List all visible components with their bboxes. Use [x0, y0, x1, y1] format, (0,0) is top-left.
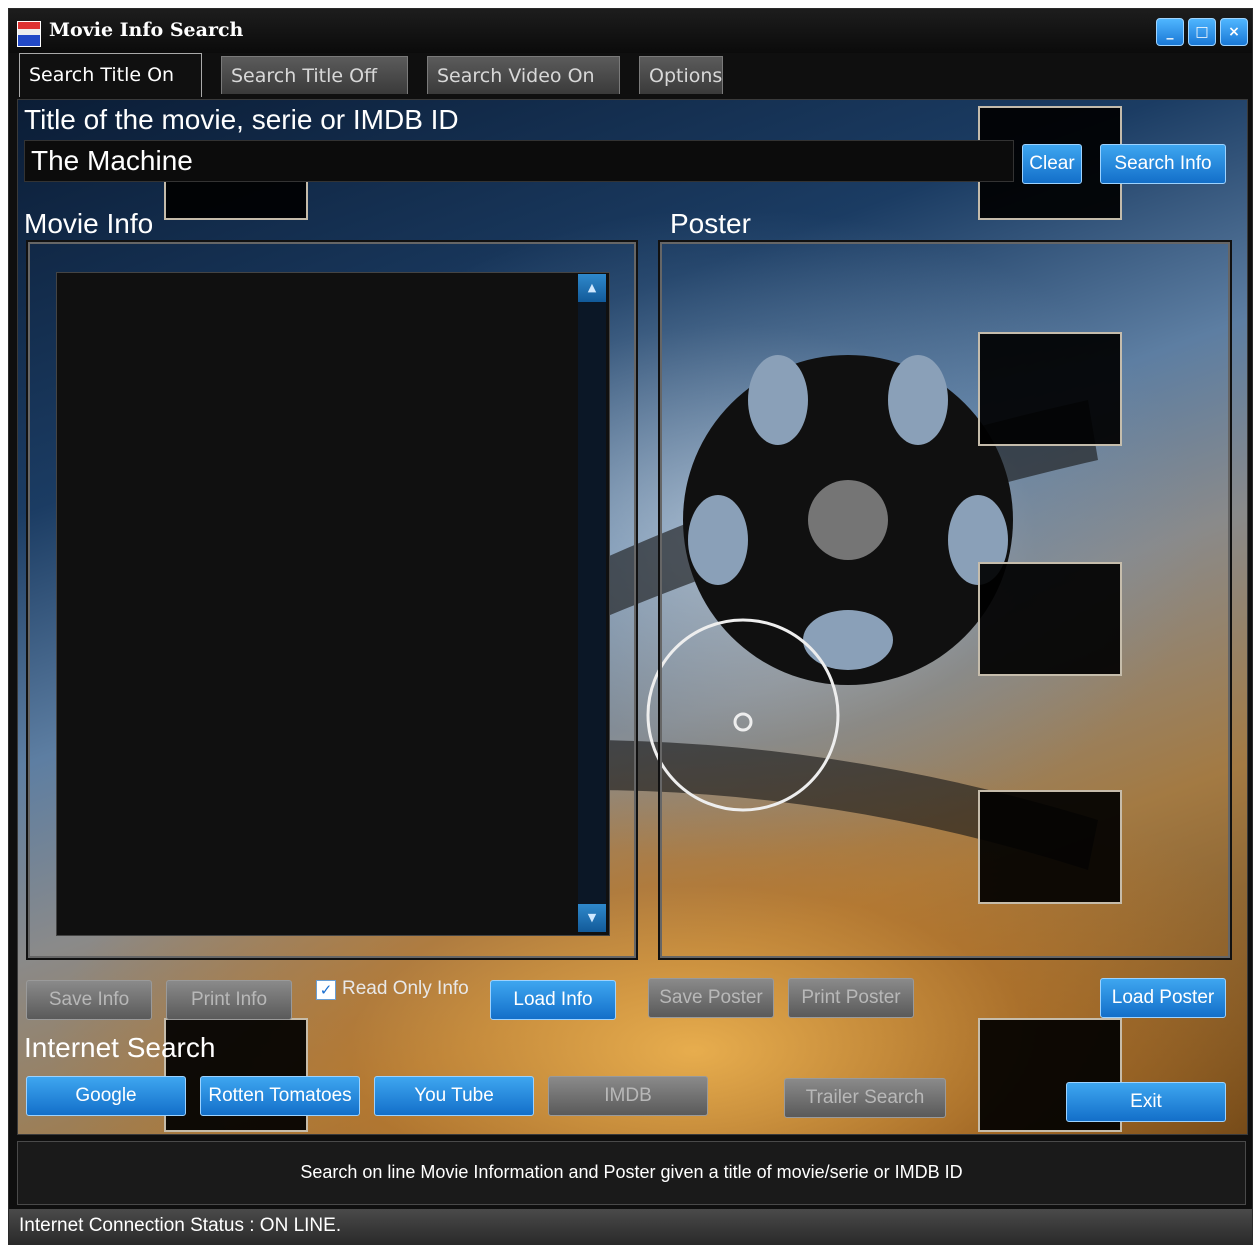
- main-panel: Title of the movie, serie or IMDB ID The…: [17, 99, 1248, 1135]
- read-only-label: Read Only Info: [342, 978, 469, 999]
- minimize-button[interactable]: _: [1156, 18, 1184, 46]
- close-button[interactable]: ×: [1220, 18, 1248, 46]
- window-title: Movie Info Search: [49, 19, 244, 41]
- load-info-button[interactable]: Load Info: [490, 980, 616, 1020]
- imdb-button[interactable]: IMDB: [548, 1076, 708, 1116]
- status-message: Search on line Movie Information and Pos…: [17, 1141, 1246, 1205]
- title-bar[interactable]: Movie Info Search _ □ ×: [9, 9, 1252, 53]
- tab-options[interactable]: Options: [639, 56, 723, 94]
- trailer-search-button[interactable]: Trailer Search: [784, 1078, 946, 1118]
- rotten-tomatoes-button[interactable]: Rotten Tomatoes: [200, 1076, 360, 1116]
- internet-search-heading: Internet Search: [24, 1032, 216, 1063]
- poster-image-frame: [658, 240, 1232, 960]
- movie-info-textarea[interactable]: [56, 272, 610, 936]
- save-info-button[interactable]: Save Info: [26, 980, 152, 1020]
- scroll-down-arrow-icon[interactable]: ▼: [578, 904, 606, 932]
- load-poster-button[interactable]: Load Poster: [1100, 978, 1226, 1018]
- app-film-icon: [17, 21, 41, 47]
- connection-status: Internet Connection Status : ON LINE.: [9, 1209, 1252, 1244]
- exit-button[interactable]: Exit: [1066, 1082, 1226, 1122]
- clear-button[interactable]: Clear: [1022, 144, 1082, 184]
- search-label: Title of the movie, serie or IMDB ID: [24, 104, 459, 135]
- movie-info-heading: Movie Info: [24, 208, 154, 239]
- google-button[interactable]: Google: [26, 1076, 186, 1116]
- tab-search-title-online[interactable]: Search Title On Line: [19, 53, 202, 128]
- scroll-up-arrow-icon[interactable]: ▲: [578, 274, 606, 302]
- title-search-input[interactable]: The Machine: [24, 140, 1014, 182]
- app-window: Movie Info Search _ □ × Search Title On …: [8, 8, 1253, 1245]
- search-info-button[interactable]: Search Info: [1100, 144, 1226, 184]
- tab-bar: Search Title On Line Search Title Off Li…: [9, 53, 1252, 128]
- read-only-checkbox[interactable]: ✓: [316, 980, 336, 1000]
- maximize-button[interactable]: □: [1188, 18, 1216, 46]
- poster-heading: Poster: [670, 208, 751, 239]
- print-info-button[interactable]: Print Info: [166, 980, 292, 1020]
- save-poster-button[interactable]: Save Poster: [648, 978, 774, 1018]
- tab-search-title-offline[interactable]: Search Title Off Line: [221, 56, 408, 125]
- info-scrollbar[interactable]: ▲ ▼: [578, 274, 606, 932]
- youtube-button[interactable]: You Tube: [374, 1076, 534, 1116]
- tab-search-video-online[interactable]: Search Video On Line: [427, 56, 620, 125]
- print-poster-button[interactable]: Print Poster: [788, 978, 914, 1018]
